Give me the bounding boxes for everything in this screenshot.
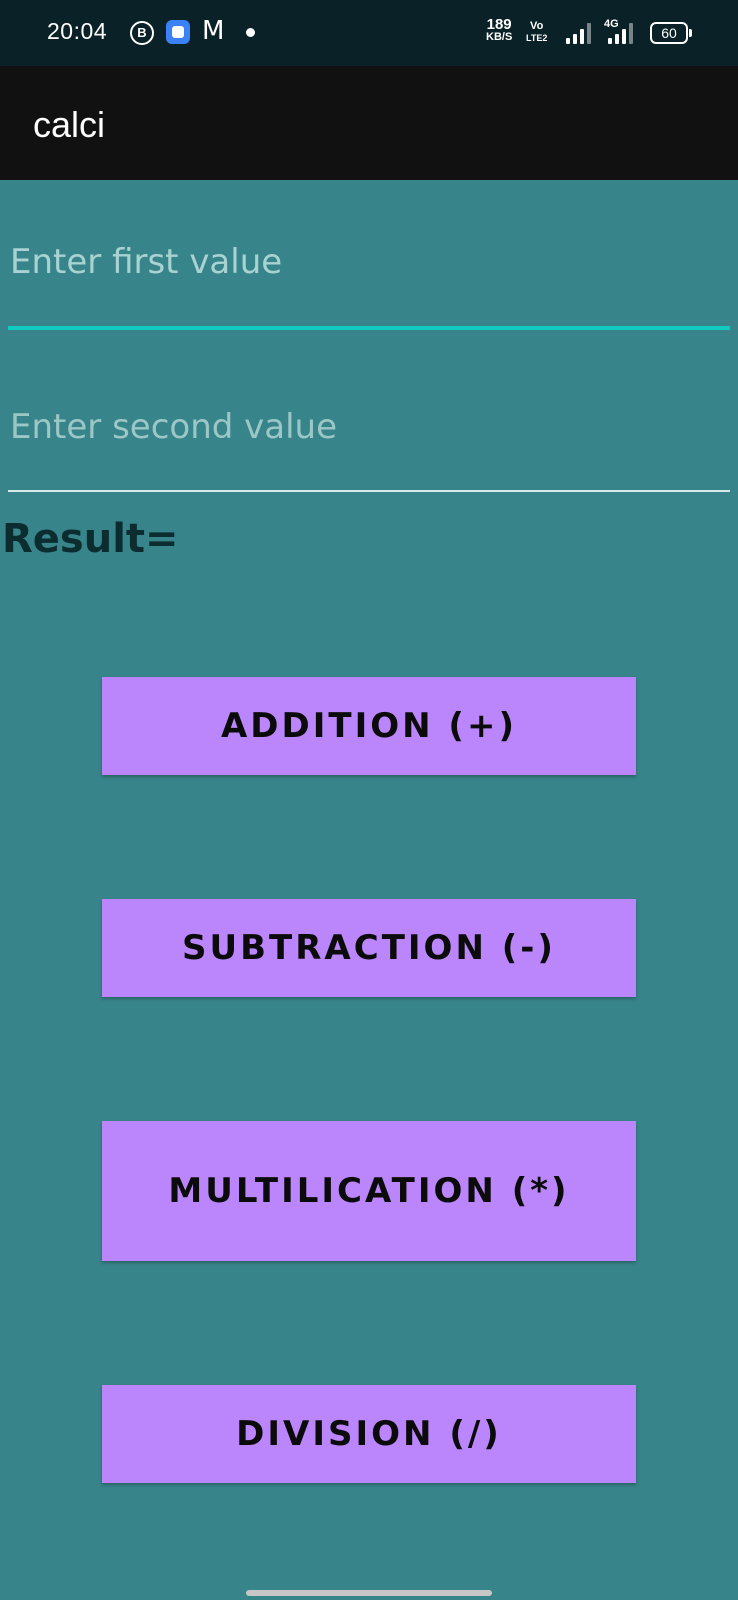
- volte-bottom-label: LTE2: [526, 33, 548, 43]
- signal-sim1-icon: [566, 22, 592, 44]
- gesture-nav-handle[interactable]: [246, 1590, 492, 1596]
- more-notifications-dot-icon: [246, 28, 255, 37]
- multiplication-button[interactable]: MULTILICATION (*): [102, 1121, 636, 1261]
- status-bar: 20:04 B M 189 KB/S Vo LTE2 4G 60: [0, 0, 738, 66]
- result-label: Result=: [2, 516, 179, 562]
- network-speed-unit: KB/S: [486, 31, 513, 43]
- app-notification-icon: [166, 20, 190, 44]
- second-value-input[interactable]: [8, 387, 732, 467]
- signal-sim2-icon: [606, 22, 636, 44]
- first-value-input[interactable]: [8, 222, 732, 302]
- volte-top-label: Vo: [530, 20, 544, 32]
- subtraction-button[interactable]: SUBTRACTION (-): [102, 899, 636, 997]
- volte-icon: Vo LTE2: [526, 20, 547, 44]
- gmail-icon: M: [202, 16, 225, 46]
- first-value-underline: [8, 326, 730, 330]
- network-speed: 189 KB/S: [486, 17, 512, 43]
- battery-icon: 60: [650, 22, 692, 44]
- division-button[interactable]: DIVISION (/): [102, 1385, 636, 1483]
- b-notification-icon: B: [130, 21, 154, 45]
- app-title: calci: [33, 104, 106, 145]
- second-value-underline: [8, 490, 730, 492]
- status-time: 20:04: [47, 18, 108, 44]
- addition-button[interactable]: ADDITION (+): [102, 677, 636, 775]
- app-bar: calci: [0, 66, 738, 180]
